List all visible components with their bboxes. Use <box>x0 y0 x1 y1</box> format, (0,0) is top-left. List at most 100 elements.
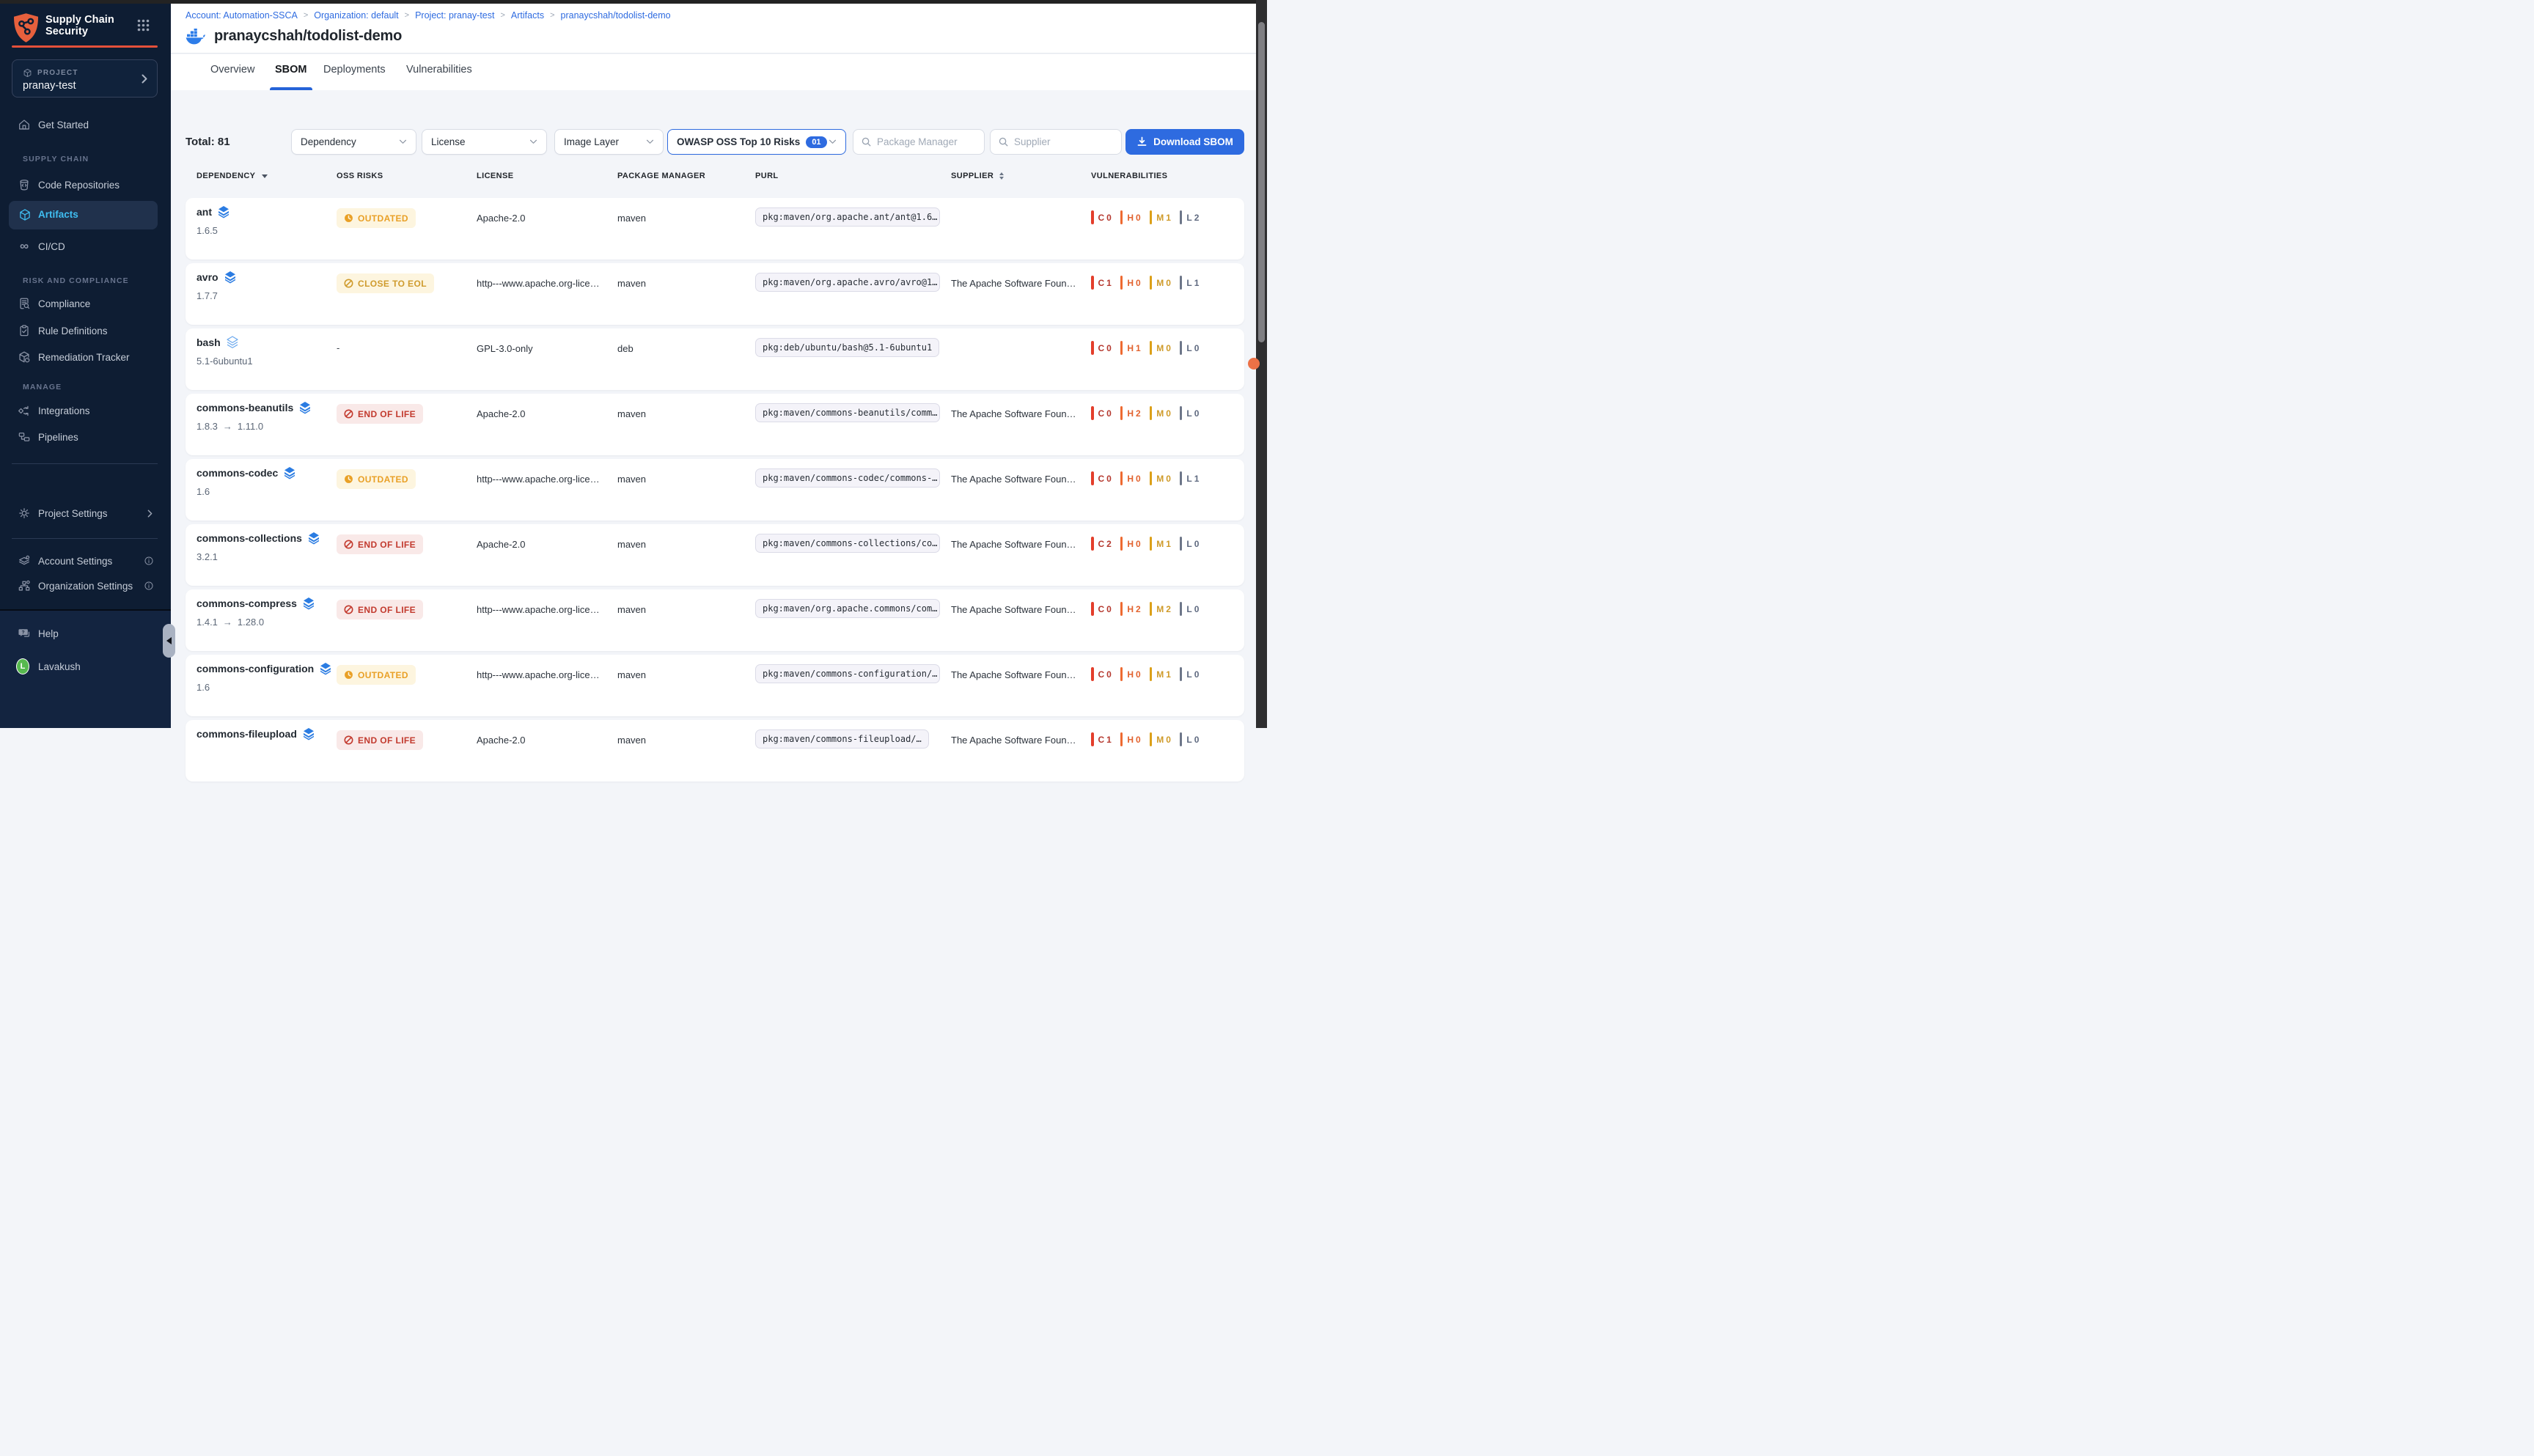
table-row[interactable]: commons-configuration 1.6 → OUTDATED htt… <box>186 655 1244 716</box>
table-row[interactable]: ant 1.6.5 → OUTDATED Apache-2.0 maven pk… <box>186 198 1244 260</box>
sidebar-item-label: Account Settings <box>38 556 112 567</box>
table-row[interactable]: commons-collections 3.2.1 → END OF LIFE … <box>186 524 1244 586</box>
project-cube-icon <box>23 68 32 78</box>
license-text: Apache-2.0 <box>477 539 617 550</box>
breadcrumb-separator: > <box>500 11 504 20</box>
purl-chip: pkg:maven/commons-configuration/… <box>755 664 940 683</box>
vulns-cell: C0H2M2L0 <box>1091 602 1244 616</box>
integrations-icon <box>18 404 31 417</box>
main-content: Account: Automation-SSCA > Organization: … <box>171 4 1267 728</box>
tab-vulnerabilities[interactable]: Vulnerabilities <box>406 64 472 76</box>
package-manager-cell: maven <box>617 459 755 521</box>
dependency-version: 1.6 → <box>197 682 337 693</box>
dependency-version: 1.6.5 → <box>197 225 337 236</box>
sidebar-collapse-handle[interactable] <box>163 624 175 658</box>
supplier-input[interactable] <box>1014 136 1109 147</box>
purl-chip: pkg:maven/commons-beanutils/comm… <box>755 403 940 422</box>
vulnerabilities-cell: C0H0M1L0 <box>1091 655 1244 716</box>
dependency-name: commons-beanutils <box>197 402 293 413</box>
sidebar-item-label: Pipelines <box>38 432 78 443</box>
column-header-dependency[interactable]: DEPENDENCY <box>197 172 337 180</box>
oss-risks-cell: END OF LIFE <box>337 524 477 586</box>
risk-badge: OUTDATED <box>337 208 416 228</box>
column-header-license: LICENSE <box>477 172 617 180</box>
tab-overview[interactable]: Overview <box>210 64 254 76</box>
vuln-count-medium: M1 <box>1150 210 1171 224</box>
project-selector[interactable]: PROJECT pranay-test <box>12 59 158 98</box>
sidebar-item-artifacts[interactable]: Artifacts <box>9 201 158 229</box>
supplier-cell <box>951 198 1091 260</box>
chevron-down-icon <box>646 139 654 144</box>
owasp-risks-filter-dropdown[interactable]: OWASP OSS Top 10 Risks 01 <box>667 129 846 155</box>
package-manager-input[interactable] <box>877 136 972 147</box>
notification-dot[interactable] <box>1248 358 1260 369</box>
table-row[interactable]: commons-beanutils 1.8.3 → 1.11.0 END OF … <box>186 394 1244 455</box>
purl-cell: pkg:maven/org.apache.commons/com… <box>755 589 951 651</box>
tab-sbom[interactable]: SBOM <box>275 64 307 76</box>
vuln-count-medium: M2 <box>1150 602 1171 616</box>
sidebar-item-remediation-tracker[interactable]: Remediation Tracker <box>0 346 171 368</box>
sidebar-item-integrations[interactable]: Integrations <box>0 400 171 422</box>
home-icon <box>18 118 31 131</box>
user-menu[interactable]: L Lavakush <box>0 655 171 677</box>
risk-label: OUTDATED <box>358 474 408 485</box>
chevron-down-icon <box>529 139 537 144</box>
vulns-cell: C1H0M0L1 <box>1091 276 1244 290</box>
sidebar-item-help[interactable]: ? Help <box>0 622 171 644</box>
info-icon[interactable] <box>144 581 154 591</box>
app-switcher-grid-icon[interactable] <box>137 19 150 32</box>
table-row[interactable]: commons-fileupload → END OF LIFE Apache-… <box>186 720 1244 782</box>
info-icon[interactable] <box>144 556 154 566</box>
sidebar-item-account-settings[interactable]: Account Settings <box>0 550 171 572</box>
license-text: http---www.apache.org-lice… <box>477 604 617 615</box>
version-current: 1.4.1 <box>197 617 218 628</box>
license-cell: http---www.apache.org-lice… <box>477 655 617 716</box>
table-body: ant 1.6.5 → OUTDATED Apache-2.0 maven pk… <box>186 198 1244 785</box>
layers-icon <box>283 466 296 479</box>
sidebar-item-project-settings[interactable]: Project Settings <box>0 502 171 524</box>
package-manager-text: maven <box>617 669 755 680</box>
version-current: 1.8.3 <box>197 421 218 432</box>
infinity-icon: ∞ <box>18 242 31 251</box>
dependency-version: 1.4.1 → 1.28.0 <box>197 617 337 628</box>
dependency-filter-dropdown[interactable]: Dependency <box>291 129 416 155</box>
license-text: http---www.apache.org-lice… <box>477 278 617 289</box>
table-row[interactable]: commons-codec 1.6 → OUTDATED http---www.… <box>186 459 1244 521</box>
license-filter-dropdown[interactable]: License <box>422 129 547 155</box>
sidebar-item-get-started[interactable]: Get Started <box>0 114 171 136</box>
scrollbar-thumb[interactable] <box>1258 22 1265 342</box>
org-chart-gear-icon <box>18 579 31 592</box>
dependency-name: bash <box>197 337 221 348</box>
image-layer-filter-dropdown[interactable]: Image Layer <box>554 129 664 155</box>
sidebar-item-organization-settings[interactable]: Organization Settings <box>0 575 171 597</box>
table-row[interactable]: avro 1.7.7 → CLOSE TO EOL http---www.apa… <box>186 263 1244 325</box>
sidebar-item-cicd[interactable]: ∞ CI/CD <box>0 235 171 257</box>
column-header-vulnerabilities: VULNERABILITIES <box>1091 172 1244 180</box>
tab-deployments[interactable]: Deployments <box>323 64 386 76</box>
breadcrumb-artifacts[interactable]: Artifacts <box>511 10 544 21</box>
oss-risks-cell: OUTDATED <box>337 655 477 716</box>
supplier-text: The Apache Software Foun… <box>951 604 1091 615</box>
breadcrumb-organization[interactable]: Organization: default <box>314 10 398 21</box>
vuln-count-medium: M0 <box>1150 471 1171 485</box>
sidebar-item-label: Artifacts <box>38 209 78 220</box>
download-sbom-button[interactable]: Download SBOM <box>1125 129 1244 155</box>
purl-chip: pkg:maven/org.apache.avro/avro@1… <box>755 273 940 292</box>
purl-chip: pkg:maven/org.apache.commons/com… <box>755 599 940 618</box>
sidebar-item-pipelines[interactable]: Pipelines <box>0 426 171 448</box>
sidebar-item-compliance[interactable]: Compliance <box>0 293 171 315</box>
table-row[interactable]: commons-compress 1.4.1 → 1.28.0 END OF L… <box>186 589 1244 651</box>
sidebar-item-label: Get Started <box>38 120 89 130</box>
purl-cell: pkg:deb/ubuntu/bash@5.1-6ubuntu1 <box>755 328 951 390</box>
risk-label: END OF LIFE <box>358 409 416 419</box>
chevron-down-icon <box>829 139 837 144</box>
sidebar-item-rule-definitions[interactable]: Rule Definitions <box>0 320 171 342</box>
column-header-supplier[interactable]: SUPPLIER <box>951 172 1091 180</box>
table-row[interactable]: bash 5.1-6ubuntu1 → - GPL-3.0-only deb p… <box>186 328 1244 390</box>
breadcrumb-account[interactable]: Account: Automation-SSCA <box>186 10 298 21</box>
chevron-right-icon <box>142 74 147 84</box>
sidebar-item-code-repositories[interactable]: Code Repositories <box>0 174 171 196</box>
dependency-cell: bash 5.1-6ubuntu1 → <box>197 328 337 390</box>
breadcrumb-artifact-name[interactable]: pranaycshah/todolist-demo <box>561 10 671 21</box>
breadcrumb-project[interactable]: Project: pranay-test <box>415 10 494 21</box>
